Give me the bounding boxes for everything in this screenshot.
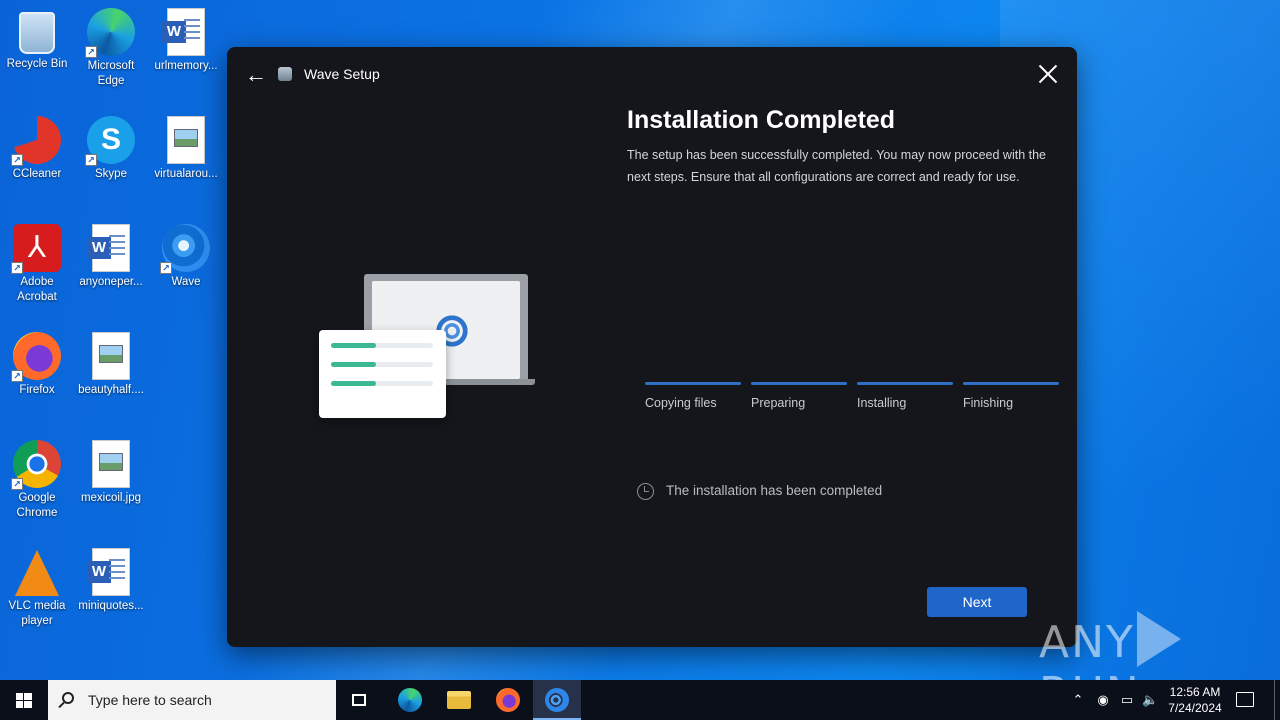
desktop-icon-label: Microsoft Edge (87, 60, 135, 87)
desktop-icon-label: urlmemory... (154, 60, 218, 72)
step-installing: Installing (857, 382, 953, 410)
desktop-icon-label: Skype (95, 168, 127, 180)
word-document-icon: W (162, 8, 205, 56)
show-desktop-button[interactable] (1274, 680, 1280, 720)
search-placeholder: Type here to search (88, 692, 212, 708)
step-finishing: Finishing (963, 382, 1059, 410)
progress-steps: Copying files Preparing Installing Finis… (645, 382, 1059, 412)
image-file-icon (92, 332, 130, 380)
word-document-icon: W (87, 548, 130, 596)
desktop-icon-chrome[interactable]: ↗ Google Chrome (0, 440, 74, 521)
installation-illustration (317, 272, 537, 422)
taskbar-edge[interactable] (386, 680, 434, 720)
desktop-icon-beautyhalf[interactable]: beautyhalf.... (74, 332, 148, 398)
taskbar-firefox[interactable] (484, 680, 532, 720)
task-view-icon (352, 694, 366, 706)
desktop-icon-label: CCleaner (12, 168, 62, 180)
step-label: Preparing (751, 396, 806, 410)
skype-icon: S ↗ (85, 116, 135, 166)
step-copying-files: Copying files (645, 382, 741, 410)
desktop-icon-anyoneper[interactable]: W anyoneper... (74, 224, 148, 290)
desktop-icon-skype[interactable]: S ↗ Skype (74, 116, 148, 182)
close-icon[interactable] (1035, 61, 1061, 87)
next-button[interactable]: Next (927, 587, 1027, 617)
edge-icon: ↗ (85, 8, 135, 58)
windows-logo-icon (16, 693, 32, 708)
checklist-card (319, 330, 446, 418)
taskbar-clock[interactable]: 12:56 AM 7/24/2024 (1165, 684, 1225, 716)
desktop-icon-recycle-bin[interactable]: Recycle Bin (0, 8, 74, 72)
clock-icon (637, 483, 654, 500)
desktop-icon-adobe-acrobat[interactable]: ⅄ ↗ Adobe Acrobat (0, 224, 74, 305)
desktop-icon-label: virtualarou... (154, 168, 218, 180)
firefox-icon (496, 688, 520, 712)
word-document-icon: W (87, 224, 130, 272)
desktop-icon-wave[interactable]: ↗ Wave (149, 224, 223, 290)
wave-icon (545, 688, 569, 712)
desktop-icon-label: miniquotes... (78, 600, 144, 612)
folder-icon (447, 691, 471, 709)
desktop-icon-ccleaner[interactable]: ↗ CCleaner (0, 116, 74, 182)
desktop-icon-urlmemory[interactable]: W urlmemory... (149, 8, 223, 74)
step-label: Installing (857, 396, 907, 410)
search-icon (62, 692, 74, 704)
clock-date: 7/24/2024 (1168, 701, 1222, 715)
vlc-icon (15, 550, 59, 596)
step-label: Copying files (645, 396, 717, 410)
desktop-icon-virtualarou[interactable]: virtualarou... (149, 116, 223, 182)
desktop-icon-label: Adobe Acrobat (17, 276, 57, 303)
clock-time: 12:56 AM (1169, 685, 1221, 699)
app-icon (278, 67, 292, 81)
step-progress-bar (751, 382, 847, 385)
notification-icon[interactable] (1236, 692, 1254, 707)
step-progress-bar (645, 382, 741, 385)
desktop-icon-edge[interactable]: ↗ Microsoft Edge (74, 8, 148, 89)
step-progress-bar (963, 382, 1059, 385)
window-title: Wave Setup (304, 66, 380, 82)
desktop-icon-mexicoil[interactable]: mexicoil.jpg (74, 440, 148, 506)
chrome-icon: ↗ (11, 440, 61, 490)
desktop-icon-firefox[interactable]: ↗ Firefox (0, 332, 74, 398)
image-file-icon (167, 116, 205, 164)
taskbar: Type here to search ⌃ ◉ ▭ 🔈 12:56 AM 7/2… (0, 680, 1280, 720)
desktop-icon-label: Recycle Bin (6, 58, 68, 70)
desktop-icon-label: mexicoil.jpg (80, 492, 142, 504)
step-label: Finishing (963, 396, 1014, 410)
desktop-icon-label: VLC media player (8, 600, 66, 627)
volume-icon[interactable]: 🔈 (1142, 692, 1158, 708)
taskbar-task-view[interactable] (336, 680, 384, 720)
taskbar-search[interactable]: Type here to search (48, 680, 336, 720)
ccleaner-icon: ↗ (11, 116, 61, 166)
desktop-icon-label: Firefox (19, 384, 55, 396)
meet-now-icon[interactable]: ◉ (1095, 692, 1111, 708)
recycle-bin-icon (19, 12, 55, 54)
taskbar-file-explorer[interactable] (435, 680, 483, 720)
edge-icon (398, 688, 422, 712)
acrobat-icon: ⅄ ↗ (11, 224, 61, 274)
watermark-left: ANY (1039, 617, 1135, 668)
desktop-icon-label: beautyhalf.... (78, 384, 144, 396)
back-arrow-icon[interactable]: ← (244, 63, 268, 87)
chevron-up-icon[interactable]: ⌃ (1070, 692, 1086, 708)
desktop-icon-vlc[interactable]: VLC media player (0, 548, 74, 629)
description-text: The setup has been successfully complete… (627, 148, 1047, 184)
step-progress-bar (857, 382, 953, 385)
taskbar-wave[interactable] (533, 680, 581, 720)
desktop-icon-label: anyoneper... (79, 276, 143, 288)
start-button[interactable] (0, 680, 48, 720)
wave-icon: ↗ (160, 224, 210, 274)
firefox-icon: ↗ (11, 332, 61, 382)
page-title: Installation Completed (627, 106, 896, 134)
status-text: The installation has been completed (666, 483, 883, 498)
image-file-icon (92, 440, 130, 488)
desktop-icon-label: Google Chrome (16, 492, 58, 519)
installer-window: ← Wave Setup Installation Completed The … (227, 47, 1077, 647)
desktop-icon-label: Wave (171, 276, 201, 288)
network-icon[interactable]: ▭ (1119, 692, 1135, 708)
desktop-icon-miniquotes[interactable]: W miniquotes... (74, 548, 148, 614)
play-icon (1136, 611, 1181, 667)
step-preparing: Preparing (751, 382, 847, 410)
